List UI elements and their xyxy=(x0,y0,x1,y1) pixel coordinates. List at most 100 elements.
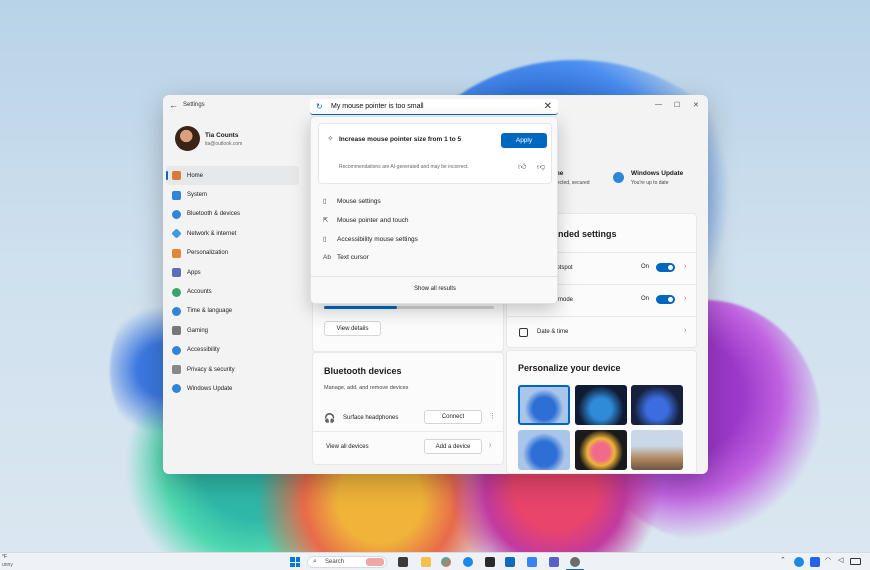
ai-recommendation: ✧ Increase mouse pointer size from 1 to … xyxy=(318,123,552,184)
text-cursor-icon: Ab xyxy=(323,254,331,261)
theme-thumbnail[interactable] xyxy=(631,385,683,425)
network-icon xyxy=(171,228,182,239)
thumbs-up-icon[interactable]: 👍︎ xyxy=(518,162,526,172)
weather-condition: unny xyxy=(2,562,13,568)
mouse-icon: ▯ xyxy=(323,236,327,243)
recommended-row[interactable]: Date & time › xyxy=(507,316,696,348)
minimize-button[interactable]: — xyxy=(655,101,662,108)
sidebar-item-label: Bluetooth & devices xyxy=(187,211,241,218)
profile-email: tia@outlook.com xyxy=(205,141,243,147)
sidebar-item-system[interactable]: System xyxy=(166,185,299,204)
storage-card: View details xyxy=(312,300,504,352)
accounts-icon xyxy=(172,287,181,297)
start-button[interactable] xyxy=(290,557,300,567)
result-label: Mouse pointer and touch xyxy=(337,217,409,224)
privacy-icon xyxy=(172,365,181,375)
sidebar-item-time-language[interactable]: Time & language xyxy=(166,302,299,321)
teams-icon[interactable] xyxy=(549,557,559,567)
gaming-icon xyxy=(172,326,181,336)
photos-icon[interactable] xyxy=(527,557,537,567)
sidebar-item-accessibility[interactable]: Accessibility xyxy=(166,341,299,360)
device-name: Surface headphones xyxy=(343,415,399,421)
onedrive-icon[interactable] xyxy=(794,557,804,567)
back-arrow-icon[interactable]: ← xyxy=(169,100,178,110)
search-suggestions: ✧ Increase mouse pointer size from 1 to … xyxy=(310,116,558,304)
edge-icon[interactable] xyxy=(463,557,473,567)
battery-icon[interactable] xyxy=(850,558,861,565)
result-text-cursor[interactable]: Ab Text cursor xyxy=(323,254,369,261)
sidebar-item-apps[interactable]: Apps xyxy=(166,263,299,282)
view-all-devices-link[interactable]: View all devices xyxy=(326,444,369,450)
sidebar-item-windows-update[interactable]: Windows Update xyxy=(166,379,299,398)
more-options-icon[interactable]: ⋮ xyxy=(489,412,496,420)
theme-thumbnail[interactable] xyxy=(575,430,627,470)
sidebar-item-privacy[interactable]: Privacy & security xyxy=(166,360,299,379)
result-mouse-settings[interactable]: ▯ Mouse settings xyxy=(323,197,381,205)
mode-toggle[interactable] xyxy=(656,295,675,304)
result-accessibility-mouse[interactable]: ▯ Accessibility mouse settings xyxy=(323,235,418,243)
row-state: On xyxy=(641,264,650,270)
close-window-button[interactable]: ✕ xyxy=(693,101,699,109)
sidebar-item-label: Personalization xyxy=(187,250,229,257)
row-state: On xyxy=(641,296,650,302)
sidebar-item-label: Gaming xyxy=(187,327,209,334)
bluetooth-icon xyxy=(172,209,181,219)
hotspot-toggle[interactable] xyxy=(656,263,675,272)
volume-icon[interactable]: ◁ xyxy=(838,556,843,564)
outlook-icon[interactable] xyxy=(505,557,515,567)
apply-button[interactable]: Apply xyxy=(501,133,547,148)
thumbs-down-icon[interactable]: 👎︎ xyxy=(537,162,545,172)
windows-update-icon xyxy=(172,384,181,394)
weather-temp[interactable]: °F xyxy=(2,554,7,560)
search-box[interactable]: ↻ My mouse pointer is too small ✕ xyxy=(310,99,558,115)
connect-button[interactable]: Connect xyxy=(424,410,482,424)
sidebar-item-personalization[interactable]: Personalization xyxy=(166,244,299,263)
store-icon[interactable] xyxy=(485,557,495,567)
sidebar-item-accounts[interactable]: Accounts xyxy=(166,282,299,301)
recommendation-text: Increase mouse pointer size from 1 to 5 xyxy=(339,136,462,143)
settings-app-icon[interactable] xyxy=(570,557,580,567)
sidebar-item-label: Accessibility xyxy=(187,347,220,354)
recommended-title: ended settings xyxy=(553,229,617,239)
row-label: Date & time xyxy=(537,329,569,335)
sidebar-item-label: System xyxy=(187,192,208,199)
theme-thumbnail[interactable] xyxy=(631,430,683,470)
theme-thumbnail[interactable] xyxy=(575,385,627,425)
storage-bar-fill xyxy=(324,306,398,309)
sidebar-item-label: Apps xyxy=(187,269,201,276)
search-input[interactable]: My mouse pointer is too small xyxy=(331,103,424,110)
theme-thumbnail[interactable] xyxy=(518,430,570,470)
sidebar-item-bluetooth[interactable]: Bluetooth & devices xyxy=(166,205,299,224)
search-icon: ⌕ xyxy=(313,558,317,565)
theme-thumbnail[interactable] xyxy=(518,385,570,425)
bluetooth-title: Bluetooth devices xyxy=(324,366,402,376)
file-explorer-icon[interactable] xyxy=(421,557,431,567)
home-status-sub: nected, secured xyxy=(554,180,590,186)
windows-update-title[interactable]: Windows Update xyxy=(631,170,683,177)
clear-search-icon[interactable]: ✕ xyxy=(544,101,552,112)
divider xyxy=(313,431,503,432)
date-time-icon xyxy=(519,328,528,337)
windows-update-sub: You're up to date xyxy=(631,180,669,186)
taskbar-search[interactable]: ⌕ Search xyxy=(307,556,387,568)
chevron-right-icon: › xyxy=(684,327,687,334)
sidebar-item-home[interactable]: Home xyxy=(166,166,299,186)
copilot-icon[interactable] xyxy=(441,557,451,567)
sidebar-item-gaming[interactable]: Gaming xyxy=(166,321,299,340)
accessibility-icon xyxy=(172,345,181,355)
maximize-button[interactable]: ☐ xyxy=(674,101,680,109)
taskbar: °F unny ⌕ Search ⌃ ◠ ◁ xyxy=(0,552,870,570)
home-icon xyxy=(172,171,181,181)
defender-icon[interactable] xyxy=(810,557,820,567)
sidebar-item-label: Network & internet xyxy=(187,230,237,237)
wifi-icon[interactable]: ◠ xyxy=(825,556,831,564)
show-all-results-link[interactable]: Show all results xyxy=(311,286,559,292)
result-mouse-pointer-touch[interactable]: ⇱ Mouse pointer and touch xyxy=(323,216,409,224)
window-title: Settings xyxy=(183,102,205,108)
sidebar-item-network[interactable]: Network & internet xyxy=(166,224,299,243)
apps-icon xyxy=(172,268,181,278)
add-device-button[interactable]: Add a device xyxy=(424,439,482,454)
view-details-button[interactable]: View details xyxy=(324,321,381,336)
task-view-icon[interactable] xyxy=(398,557,408,567)
chevron-up-icon[interactable]: ⌃ xyxy=(780,556,786,564)
